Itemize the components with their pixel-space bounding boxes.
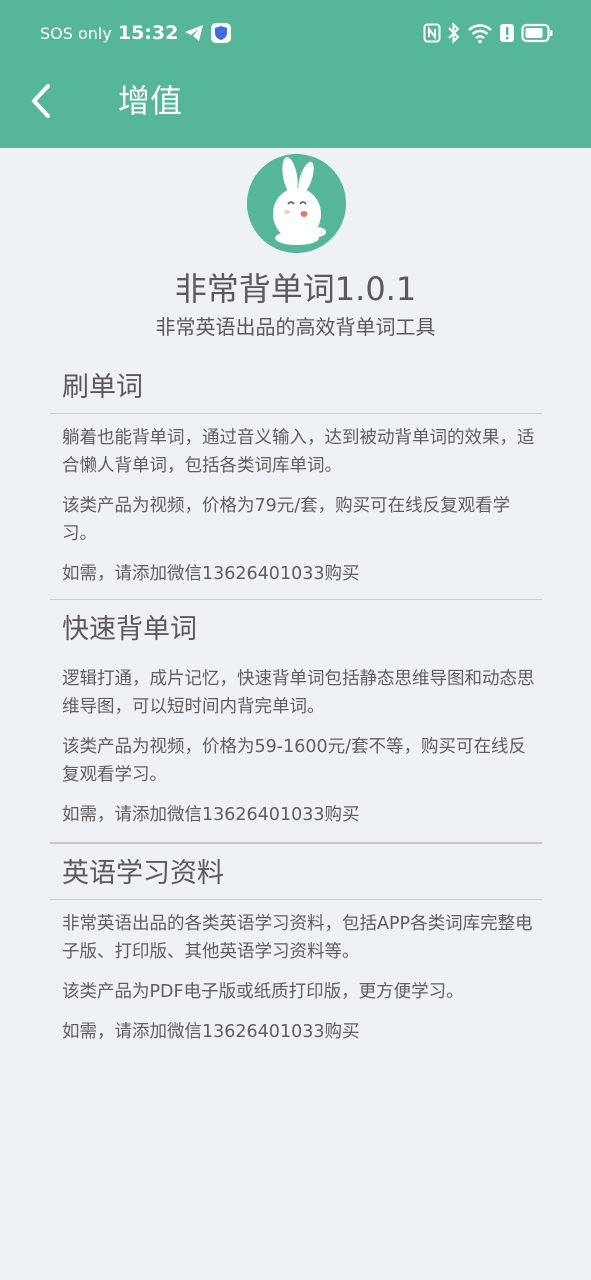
section-divider	[50, 599, 542, 600]
section-title: 刷单词	[62, 372, 143, 403]
clock-time: 15:32	[117, 22, 179, 44]
section-price: 该类产品为视频，价格为79元/套，购买可在线反复观看学习。	[62, 496, 511, 544]
app-subtitle: 非常英语出品的高效背单词工具	[155, 315, 436, 339]
back-button[interactable]	[18, 78, 64, 124]
section-description: 逻辑打通，成片记忆，快速背单词包括静态思维导图和动态思维导图，可以短时间内背完单…	[62, 669, 535, 717]
section-kuaisu-bei-danci: 快速背单词 逻辑打通，成片记忆，快速背单词包括静态思维导图和动态思维导图，可以短…	[50, 605, 542, 829]
section-english-materials: 英语学习资料 非常英语出品的各类英语学习资料，包括APP各类词库完整电子版、打印…	[50, 849, 542, 1046]
section-shua-danci: 刷单词 躺着也能背单词，通过音义输入，达到被动背单词的效果，适合懒人背单词，包括…	[50, 363, 542, 588]
shield-icon	[210, 22, 232, 44]
bluetooth-icon	[447, 22, 461, 44]
rabbit-logo-icon	[247, 154, 346, 253]
battery-icon	[521, 23, 553, 43]
app-logo	[247, 154, 346, 253]
navigation-bar: 增值	[0, 66, 591, 148]
app-title: 非常背单词1.0.1	[174, 270, 417, 308]
section-contact: 如需，请添加微信13626401033购买	[62, 564, 360, 584]
section-price: 该类产品为PDF电子版或纸质打印版，更方便学习。	[62, 982, 464, 1002]
chevron-left-icon	[29, 83, 53, 119]
section-contact: 如需，请添加微信13626401033购买	[62, 1022, 360, 1042]
nfc-icon	[423, 23, 441, 43]
wifi-icon	[467, 22, 493, 44]
section-divider	[50, 842, 542, 844]
section-title: 英语学习资料	[62, 858, 224, 889]
page-title: 增值	[118, 82, 183, 120]
section-description: 非常英语出品的各类英语学习资料，包括APP各类词库完整电子版、打印版、其他英语学…	[62, 914, 533, 962]
section-description: 躺着也能背单词，通过音义输入，达到被动背单词的效果，适合懒人背单词，包括各类词库…	[62, 428, 535, 476]
section-title-divider	[50, 899, 542, 900]
section-price: 该类产品为视频，价格为59-1600元/套不等，购买可在线反复观看学习。	[62, 737, 527, 785]
carrier-text: SOS only	[40, 23, 112, 43]
status-bar: SOS only 15:32	[0, 0, 591, 66]
status-right	[423, 20, 553, 46]
app-header: SOS only 15:32 增值	[0, 0, 591, 148]
telegram-icon	[184, 24, 204, 42]
content-area: 非常背单词1.0.1 非常英语出品的高效背单词工具 刷单词 躺着也能背单词，通过…	[0, 148, 591, 1280]
section-title-divider	[50, 413, 542, 414]
section-title: 快速背单词	[62, 614, 197, 645]
alert-icon	[499, 23, 515, 43]
section-contact: 如需，请添加微信13626401033购买	[62, 805, 360, 825]
status-left: SOS only 15:32	[40, 20, 232, 46]
